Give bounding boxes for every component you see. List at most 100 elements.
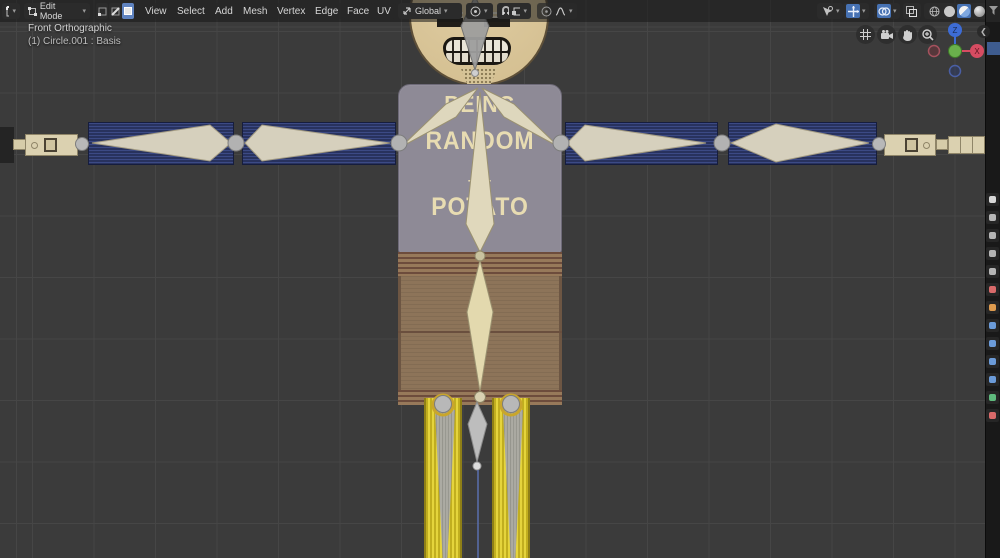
world-tab[interactable] — [986, 283, 999, 296]
editor-type-button[interactable]: ▾ — [2, 3, 20, 19]
pivot-dropdown[interactable]: ▾ — [466, 3, 493, 19]
scene-tab[interactable] — [986, 265, 999, 278]
navigation-gizmo[interactable]: Z X — [925, 21, 985, 81]
menu-face[interactable]: Face — [342, 3, 375, 19]
tail-bone[interactable] — [467, 400, 488, 463]
vertex-select-icon — [97, 7, 106, 16]
right-hand-mesh[interactable] — [884, 134, 936, 156]
view-name-overlay: Front Orthographic — [28, 23, 112, 34]
shading-wireframe-button[interactable] — [927, 4, 941, 18]
object-tab[interactable] — [986, 301, 999, 314]
object-visibility-dropdown[interactable]: ▾ — [817, 3, 843, 19]
torso-shirt-mesh[interactable]: BEING RANDOM - a - POTATO — [398, 84, 562, 254]
object-visibility-icon — [822, 5, 833, 16]
orientation-dropdown[interactable]: Global ▾ — [398, 3, 462, 19]
output-tab[interactable] — [986, 229, 999, 242]
edge-select-icon — [110, 6, 120, 16]
face-select-button[interactable] — [122, 3, 134, 19]
shading-mode-group: ▾ — [924, 3, 994, 19]
material-tab[interactable] — [986, 409, 999, 422]
menu-uv[interactable]: UV — [372, 3, 396, 19]
left-upperarm-sleeve[interactable] — [242, 122, 396, 165]
left-forearm-sleeve[interactable] — [88, 122, 234, 165]
viewport-canvas[interactable]: BEING RANDOM - a - POTATO Front Orthogra… — [0, 0, 985, 558]
right-finger-segments[interactable] — [948, 136, 985, 154]
show-gizmo-dropdown[interactable]: ▾ — [843, 3, 869, 19]
particles-tab[interactable] — [986, 337, 999, 350]
mouth-mesh[interactable] — [443, 37, 511, 65]
outliner-header-stub — [986, 0, 1000, 22]
physics-tab[interactable] — [986, 355, 999, 368]
grid-toggle-button[interactable] — [856, 25, 875, 44]
outliner-selected-row[interactable] — [987, 42, 1000, 55]
upper-teeth — [446, 40, 508, 51]
move-view-button[interactable] — [898, 25, 917, 44]
tail-ball[interactable] — [472, 461, 482, 471]
magnet-icon — [502, 6, 510, 15]
menu-edge[interactable]: Edge — [310, 3, 344, 19]
menu-select[interactable]: Select — [172, 3, 210, 19]
blender-window: BEING RANDOM - a - POTATO Front Orthogra… — [0, 0, 1000, 558]
pants-seam — [398, 331, 562, 333]
right-leg-mesh[interactable] — [492, 398, 530, 558]
left-hand-button — [31, 142, 38, 149]
xray-toggle[interactable] — [903, 3, 921, 19]
proportional-editing-icon — [541, 6, 552, 16]
menu-vertex[interactable]: Vertex — [272, 3, 311, 19]
pants-hem — [398, 390, 562, 405]
show-overlays-icon — [878, 6, 890, 16]
right-upperarm-sleeve[interactable] — [565, 122, 718, 165]
viewport-header: ▾ Edit Mode ▾ View Select Add Mesh Verte… — [0, 0, 1000, 22]
gizmo-x-label: X — [974, 47, 980, 56]
shading-rendered-button[interactable] — [972, 4, 986, 18]
camera-view-button[interactable] — [877, 25, 896, 44]
rendered-sphere-icon — [973, 5, 985, 17]
edit-mode-icon — [28, 6, 37, 16]
tool-tab[interactable] — [986, 193, 999, 206]
menu-add[interactable]: Add — [210, 3, 238, 19]
gizmo-y-axis[interactable] — [948, 44, 962, 58]
constraints-tab[interactable] — [986, 373, 999, 386]
mode-dropdown[interactable]: Edit Mode ▾ — [24, 1, 90, 21]
snap-group[interactable]: ▾ — [497, 3, 531, 19]
left-watch — [44, 138, 57, 152]
gizmo-z-label: Z — [953, 26, 958, 35]
left-leg-bone[interactable] — [434, 410, 456, 558]
menu-view[interactable]: View — [140, 3, 172, 19]
face-select-icon — [124, 7, 132, 15]
shading-solid-button[interactable] — [942, 4, 956, 18]
hand-icon — [903, 29, 912, 41]
right-wrist-bar[interactable] — [936, 139, 948, 150]
show-overlays-dropdown[interactable]: ▾ — [874, 3, 900, 19]
show-gizmo-icon — [847, 5, 859, 17]
sidebar-expand-arrow[interactable]: ❮ — [977, 25, 990, 38]
object-data-tab[interactable] — [986, 391, 999, 404]
left-leg-mesh[interactable] — [424, 398, 462, 558]
orientation-label: Global — [415, 6, 442, 16]
edge-select-button[interactable] — [109, 3, 121, 19]
lower-teeth — [446, 53, 508, 62]
right-panel-strip — [985, 0, 1000, 558]
view-layer-tab[interactable] — [986, 247, 999, 260]
grid-icon — [860, 29, 871, 40]
active-object-overlay: (1) Circle.001 : Basis — [28, 36, 121, 47]
shirt-text-line3: - a - — [467, 173, 493, 187]
snap-to-icon — [512, 7, 521, 16]
orientation-icon — [403, 7, 411, 15]
proportional-group[interactable]: ▾ — [537, 3, 577, 19]
solid-sphere-icon — [943, 5, 955, 17]
material-sphere-icon — [958, 5, 970, 17]
render-tab[interactable] — [986, 211, 999, 224]
vertex-select-button[interactable] — [96, 3, 108, 19]
left-hand-end-cut — [0, 127, 14, 163]
left-hand-mesh[interactable] — [25, 134, 78, 156]
right-leg-bone[interactable] — [502, 410, 524, 558]
menu-mesh[interactable]: Mesh — [238, 3, 273, 19]
falloff-curve-icon — [555, 6, 566, 16]
gizmo-minus-z-axis[interactable] — [948, 64, 962, 78]
modifiers-tab[interactable] — [986, 319, 999, 332]
right-forearm-sleeve[interactable] — [728, 122, 877, 165]
shirt-text-line2: RANDOM — [425, 127, 535, 155]
shading-material-button[interactable] — [957, 4, 971, 18]
gizmo-minus-x-axis[interactable] — [927, 44, 941, 58]
